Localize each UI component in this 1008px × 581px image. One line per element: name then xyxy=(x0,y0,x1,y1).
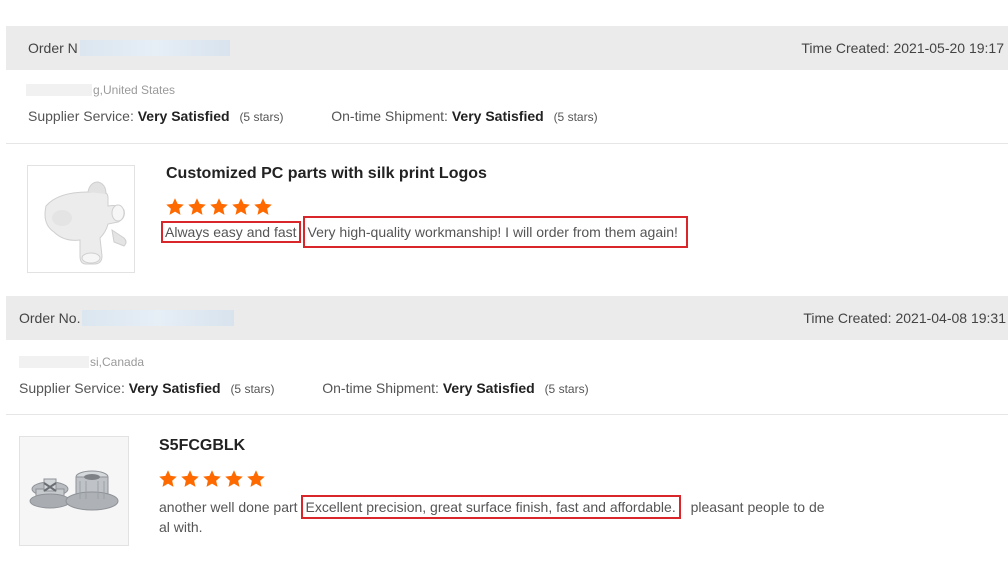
shipment-label: On-time Shipment: xyxy=(331,108,448,124)
time-created: Time Created: 2021-05-20 19:17 xyxy=(801,40,1004,56)
redacted-buyer-name xyxy=(26,84,92,96)
order-number: Order N xyxy=(28,40,230,56)
star-rating xyxy=(165,197,273,217)
buyer-location: g,United States xyxy=(26,83,175,97)
buyer-location-text: si,Canada xyxy=(90,355,145,369)
order-number-label: Order N xyxy=(28,40,78,56)
product-title[interactable]: S5FCGBLK xyxy=(159,437,245,455)
order-number-label: Order No. xyxy=(19,310,81,326)
metal-flange-parts-image xyxy=(20,437,128,545)
review-text: Always easy and fast Very high-quality wo… xyxy=(161,216,688,248)
shipment-stars: (5 stars) xyxy=(553,110,598,124)
product-thumbnail[interactable] xyxy=(19,436,129,546)
supplier-service-label: Supplier Service: xyxy=(19,380,125,396)
divider xyxy=(6,143,1008,144)
buyer-location: si,Canada xyxy=(19,355,144,369)
redacted-buyer-name xyxy=(19,356,89,368)
product-thumbnail[interactable] xyxy=(27,165,135,273)
star-icon xyxy=(210,198,228,215)
supplier-service-value: Very Satisfied xyxy=(128,380,221,396)
highlighted-review-phrase: Excellent precision, great surface finis… xyxy=(300,495,681,519)
star-icon xyxy=(159,470,177,487)
star-icon xyxy=(203,470,221,487)
redacted-order-number xyxy=(82,310,235,326)
order-header: Order No. Time Created: 2021-04-08 19:31 xyxy=(6,296,1008,340)
time-created: Time Created: 2021-04-08 19:31 xyxy=(803,310,1006,326)
star-rating xyxy=(158,469,266,489)
star-icon xyxy=(225,470,243,487)
service-ratings: Supplier Service: Very Satisfied (5 star… xyxy=(28,108,598,124)
highlighted-review-phrase: Always easy and fast xyxy=(161,221,301,243)
review-text: another well done part Excellent precisio… xyxy=(159,495,879,537)
supplier-service-stars: (5 stars) xyxy=(230,382,275,396)
shipment-value: Very Satisfied xyxy=(451,108,544,124)
shipment-value: Very Satisfied xyxy=(442,380,535,396)
star-icon xyxy=(181,470,199,487)
shipment-label: On-time Shipment: xyxy=(322,380,439,396)
product-title[interactable]: Customized PC parts with silk print Logo… xyxy=(166,165,487,183)
service-ratings: Supplier Service: Very Satisfied (5 star… xyxy=(19,380,589,396)
star-icon xyxy=(232,198,250,215)
star-icon xyxy=(188,198,206,215)
buyer-location-text: g,United States xyxy=(93,83,176,97)
supplier-service-stars: (5 stars) xyxy=(239,110,284,124)
supplier-service-label: Supplier Service: xyxy=(28,108,134,124)
review-phrase: al with. xyxy=(159,519,203,535)
star-icon xyxy=(166,198,184,215)
divider xyxy=(6,414,1008,415)
order-header: Order N Time Created: 2021-05-20 19:17 xyxy=(6,26,1008,70)
star-icon xyxy=(254,198,272,215)
shipment-stars: (5 stars) xyxy=(544,382,589,396)
star-icon xyxy=(247,470,265,487)
review-card: Order No. Time Created: 2021-04-08 19:31… xyxy=(0,296,1008,581)
redacted-order-number xyxy=(79,40,230,56)
white-plastic-part-image xyxy=(28,166,134,272)
highlighted-review-phrase: Very high-quality workmanship! I will or… xyxy=(302,216,688,248)
supplier-service-value: Very Satisfied xyxy=(137,108,230,124)
review-phrase: pleasant people to de xyxy=(690,499,825,515)
review-card: Order N Time Created: 2021-05-20 19:17 g… xyxy=(0,26,1008,296)
order-number: Order No. xyxy=(19,310,235,326)
review-phrase: another well done part xyxy=(159,499,298,515)
